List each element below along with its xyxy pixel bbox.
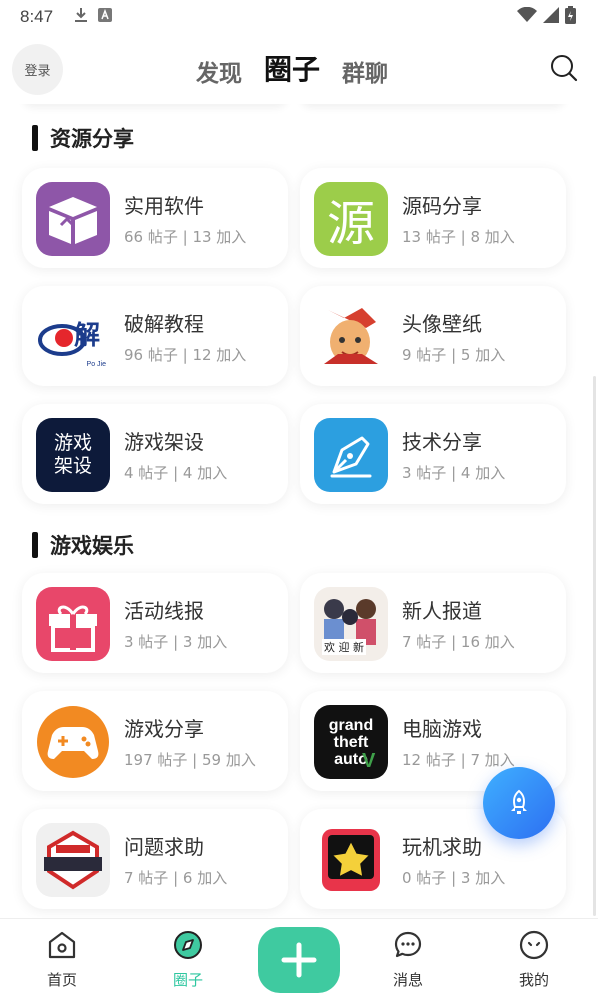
source-char-icon: 源 <box>314 182 388 256</box>
circle-stats: 197 帖子 | 59 加入 <box>124 751 256 769</box>
circle-stats: 9 帖子 | 5 加入 <box>402 346 506 364</box>
gift-icon <box>36 587 110 661</box>
scrollbar[interactable] <box>593 376 596 916</box>
circle-stats: 66 帖子 | 13 加入 <box>124 228 247 246</box>
crack-logo-icon: 解 Po Jie <box>36 300 110 374</box>
compass-icon <box>174 931 202 959</box>
circle-name: 活动线报 <box>124 599 204 623</box>
circle-card[interactable]: 源 源码分享 13 帖子 | 8 加入 <box>300 168 566 268</box>
wifi-icon <box>517 7 537 22</box>
add-post-button[interactable] <box>258 927 340 993</box>
top-tabs: 发现 圈子 群聊 <box>196 48 388 88</box>
box-icon <box>36 182 110 256</box>
svg-text:V: V <box>362 750 376 771</box>
signal-icon <box>543 7 559 23</box>
nav-home[interactable]: 首页 <box>22 929 102 990</box>
profile-face-icon <box>519 930 549 960</box>
circle-stats: 7 帖子 | 16 加入 <box>402 633 515 651</box>
login-button[interactable]: 登录 <box>12 44 63 95</box>
nav-label: 我的 <box>518 971 549 989</box>
login-label: 登录 <box>24 64 51 79</box>
circle-card[interactable]: 头像壁纸 9 帖子 | 5 加入 <box>300 286 566 386</box>
rocket-icon <box>511 789 527 814</box>
section-title: 资源分享 <box>32 124 134 152</box>
circle-stats: 0 帖子 | 3 加入 <box>402 869 506 887</box>
app-notification-icon <box>98 8 112 22</box>
tab-discover[interactable]: 发现 <box>196 54 242 88</box>
gamepad-icon <box>36 705 110 779</box>
battery-icon <box>565 6 576 24</box>
status-bar: 8:47 <box>0 0 598 34</box>
rocket-fab-button[interactable] <box>483 767 555 839</box>
help-badge-icon <box>36 823 110 897</box>
circle-stats: 12 帖子 | 7 加入 <box>402 751 515 769</box>
circle-stats: 96 帖子 | 12 加入 <box>124 346 247 364</box>
tab-group-chat[interactable]: 群聊 <box>342 54 388 88</box>
circle-card[interactable]: 欢 迎 新 新人报道 7 帖子 | 16 加入 <box>300 573 566 673</box>
nav-label: 消息 <box>392 971 423 989</box>
tab-circles[interactable]: 圈子 <box>264 48 320 88</box>
game-setup-icon: 游戏架设 <box>36 418 110 492</box>
plus-icon <box>281 942 317 978</box>
circle-card[interactable]: 解 Po Jie 破解教程 96 帖子 | 12 加入 <box>22 286 288 386</box>
circle-name: 头像壁纸 <box>402 312 482 336</box>
circle-name: 游戏分享 <box>124 717 204 741</box>
circle-name: 新人报道 <box>402 599 482 623</box>
nav-circles[interactable]: 圈子 <box>148 929 228 990</box>
chat-icon <box>394 931 422 958</box>
circle-name: 破解教程 <box>124 312 204 336</box>
circle-name: 源码分享 <box>402 194 482 218</box>
circle-name: 玩机求助 <box>402 835 482 859</box>
circle-card[interactable]: 活动线报 3 帖子 | 3 加入 <box>22 573 288 673</box>
circle-card[interactable]: 技术分享 3 帖子 | 4 加入 <box>300 404 566 504</box>
circle-stats: 7 帖子 | 6 加入 <box>124 869 228 887</box>
circle-name: 技术分享 <box>402 430 482 454</box>
download-icon <box>75 8 87 22</box>
circle-stats: 3 帖子 | 4 加入 <box>402 464 506 482</box>
circle-name: 实用软件 <box>124 194 204 218</box>
circle-stats: 4 帖子 | 4 加入 <box>124 464 228 482</box>
avatar-illustration-icon <box>314 300 388 374</box>
circle-card[interactable]: 问题求助 7 帖子 | 6 加入 <box>22 809 288 909</box>
gta-logo-icon: grand theft auto V <box>314 705 388 779</box>
section-title: 游戏娱乐 <box>32 531 134 559</box>
bottom-nav: 首页 圈子 消息 我的 <box>0 918 598 998</box>
top-header: 登录 发现 圈子 群聊 <box>0 34 598 104</box>
nav-label: 首页 <box>46 971 77 989</box>
nav-profile[interactable]: 我的 <box>494 929 574 990</box>
status-time: 8:47 <box>20 7 54 26</box>
nav-messages[interactable]: 消息 <box>368 929 448 990</box>
circle-name: 电脑游戏 <box>402 717 482 741</box>
search-icon[interactable] <box>550 54 578 82</box>
welcome-anime-icon: 欢 迎 新 <box>314 587 388 661</box>
star-badge-icon <box>314 823 388 897</box>
circle-card[interactable]: 实用软件 66 帖子 | 13 加入 <box>22 168 288 268</box>
nav-label: 圈子 <box>172 971 203 989</box>
circle-name: 游戏架设 <box>124 430 204 454</box>
home-icon <box>48 931 76 959</box>
circle-stats: 13 帖子 | 8 加入 <box>402 228 515 246</box>
circle-name: 问题求助 <box>124 835 204 859</box>
circle-stats: 3 帖子 | 3 加入 <box>124 633 228 651</box>
circle-card[interactable]: 游戏分享 197 帖子 | 59 加入 <box>22 691 288 791</box>
circle-card[interactable]: 游戏架设 游戏架设 4 帖子 | 4 加入 <box>22 404 288 504</box>
pen-nib-icon <box>314 418 388 492</box>
